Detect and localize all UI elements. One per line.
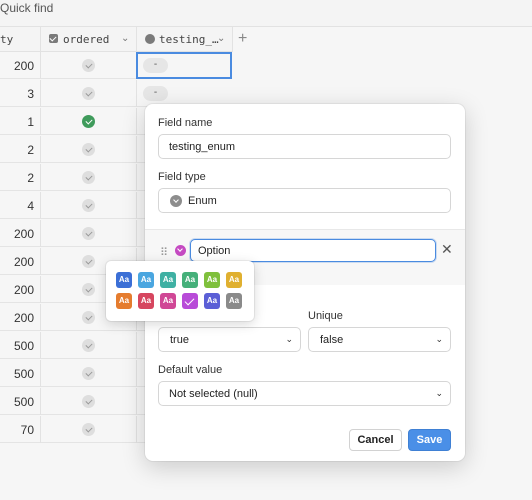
cell-value: 500 [13,395,34,409]
column-divider [40,220,41,247]
column-divider [136,136,137,163]
cell-value: 2 [27,171,34,185]
cell-value: 3 [27,87,34,101]
chevron-down-icon: ⌄ [285,334,293,344]
default-value-label: Default value [158,364,223,376]
field-name-input[interactable]: testing_enum [158,134,451,159]
color-palette-popup: Aa Aa Aa Aa Aa Aa Aa Aa Aa Aa Aa [106,261,254,321]
unique-label: Unique [308,310,343,322]
column-divider [40,80,41,107]
cancel-button[interactable]: Cancel [349,429,402,451]
column-divider [40,52,41,79]
field-name-label: Field name [158,117,213,129]
cell-value: 4 [27,199,34,213]
drag-handle-icon[interactable]: ⠿ [160,246,168,259]
column-divider [40,276,41,303]
checkbox-type-icon [49,34,58,43]
ordered-check-icon[interactable] [82,199,95,212]
column-divider [40,136,41,163]
column-divider [40,108,41,135]
ordered-check-icon[interactable] [82,87,95,100]
required-select[interactable]: true ⌄ [158,327,301,352]
cell-value: 500 [13,339,34,353]
ordered-check-icon[interactable] [82,367,95,380]
option-color-picker[interactable] [175,245,186,256]
cell-value: 2 [27,143,34,157]
save-button[interactable]: Save [408,429,451,451]
column-divider [136,332,137,359]
ordered-check-icon[interactable] [82,255,95,268]
field-type-label: Field type [158,171,206,183]
ordered-check-icon[interactable] [82,423,95,436]
unique-select[interactable]: false ⌄ [308,327,451,352]
column-divider [40,164,41,191]
column-divider [40,416,41,443]
color-swatch[interactable]: Aa [226,272,242,288]
color-swatch[interactable]: Aa [160,272,176,288]
cell-value: 200 [13,255,34,269]
remove-option-icon[interactable]: ✕ [441,241,453,258]
ordered-check-icon[interactable] [82,339,95,352]
column-divider [136,164,137,191]
table-row[interactable]: 3- [0,80,232,107]
column-divider [136,80,137,107]
ordered-check-icon[interactable] [82,227,95,240]
color-swatch[interactable]: Aa [204,272,220,288]
column-divider [136,192,137,219]
option-input[interactable]: Option [190,239,436,262]
color-swatch[interactable]: Aa [160,293,176,309]
cell-value: 200 [13,311,34,325]
cell-value: 200 [13,283,34,297]
column-divider [40,248,41,275]
cell-value: 200 [13,227,34,241]
column-divider [40,304,41,331]
column-divider [136,220,137,247]
column-header-quantity[interactable]: ty [0,27,41,52]
column-divider [136,360,137,387]
color-swatch[interactable]: Aa [182,272,198,288]
cell-value: 70 [20,423,34,437]
enum-type-icon [170,195,182,207]
column-header-testing-enum[interactable]: testing_… ⌄ [137,27,233,52]
enum-value-pill[interactable]: - [143,86,168,101]
toolbar: Quick find [0,0,532,27]
ordered-check-icon[interactable] [82,143,95,156]
chevron-down-icon: ⌄ [435,334,443,344]
column-divider [40,360,41,387]
ordered-check-icon[interactable] [82,171,95,184]
column-divider [136,388,137,415]
enum-type-icon [145,34,155,44]
cell-value: 1 [27,115,34,129]
chevron-down-icon[interactable]: ⌄ [121,33,129,44]
color-swatch[interactable]: Aa [116,293,132,309]
field-type-select[interactable]: Enum [158,188,451,213]
cell-value: 200 [13,59,34,73]
color-swatch[interactable]: Aa [226,293,242,309]
chevron-down-icon: ⌄ [435,388,443,398]
ordered-check-icon[interactable] [82,311,95,324]
color-swatch[interactable]: Aa [204,293,220,309]
ordered-check-icon[interactable] [82,115,95,128]
column-divider [136,416,137,443]
color-swatch[interactable]: Aa [138,293,154,309]
column-divider [136,108,137,135]
chevron-down-icon[interactable]: ⌄ [217,33,225,44]
color-swatch[interactable] [182,293,198,309]
selected-cell[interactable] [136,52,232,79]
cell-value: 500 [13,367,34,381]
column-divider [40,192,41,219]
column-header-ordered[interactable]: ordered ⌄ [41,27,137,52]
color-swatch[interactable]: Aa [116,272,132,288]
default-value-select[interactable]: Not selected (null) ⌄ [158,381,451,406]
add-column-button[interactable]: + [238,30,247,48]
quick-find-button[interactable]: Quick find [0,1,53,15]
ordered-check-icon[interactable] [82,59,95,72]
color-swatch[interactable]: Aa [138,272,154,288]
ordered-check-icon[interactable] [82,283,95,296]
column-divider [40,388,41,415]
column-divider [40,332,41,359]
ordered-check-icon[interactable] [82,395,95,408]
